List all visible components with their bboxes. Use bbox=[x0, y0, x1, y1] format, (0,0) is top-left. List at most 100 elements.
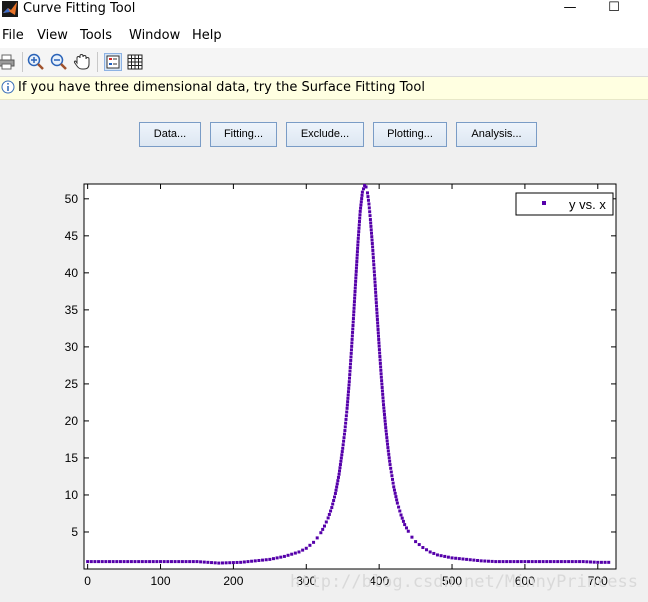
data-point bbox=[361, 187, 365, 191]
data-point bbox=[353, 293, 357, 297]
data-point bbox=[519, 560, 523, 564]
legend[interactable]: y vs. x bbox=[515, 192, 614, 216]
data-point bbox=[343, 429, 347, 433]
data-point bbox=[399, 513, 403, 517]
data-point bbox=[369, 228, 373, 232]
data-point bbox=[371, 252, 375, 256]
data-point bbox=[348, 376, 352, 380]
data-point bbox=[97, 560, 101, 564]
data-point bbox=[312, 540, 316, 544]
plot-area[interactable] bbox=[83, 183, 617, 570]
data-point bbox=[389, 470, 393, 474]
y-tick-label: 25 bbox=[65, 377, 79, 391]
data-point bbox=[393, 491, 397, 495]
data-point bbox=[355, 256, 359, 260]
data-point bbox=[381, 396, 385, 400]
data-point bbox=[349, 351, 353, 355]
data-point bbox=[349, 348, 353, 352]
data-point bbox=[352, 306, 356, 310]
data-point bbox=[333, 491, 337, 495]
data-point bbox=[345, 403, 349, 407]
data-point bbox=[344, 417, 348, 421]
data-point bbox=[340, 453, 344, 457]
data-point bbox=[357, 230, 361, 234]
data-point bbox=[357, 226, 361, 230]
data-point bbox=[386, 442, 390, 446]
data-point bbox=[581, 560, 585, 564]
data-point bbox=[384, 426, 388, 430]
data-point bbox=[349, 355, 353, 359]
data-point bbox=[330, 506, 334, 510]
data-point bbox=[570, 560, 574, 564]
data-point bbox=[376, 331, 380, 335]
data-point bbox=[338, 463, 342, 467]
data-point bbox=[357, 220, 361, 224]
data-point bbox=[151, 560, 155, 564]
data-point bbox=[381, 392, 385, 396]
data-point bbox=[389, 466, 393, 470]
x-tick-label: 0 bbox=[84, 574, 91, 588]
y-tick-label: 45 bbox=[65, 229, 79, 243]
data-point bbox=[355, 253, 359, 257]
data-point bbox=[369, 224, 373, 228]
data-point bbox=[202, 560, 206, 564]
data-point bbox=[375, 304, 379, 308]
data-point bbox=[104, 560, 108, 564]
data-point bbox=[379, 368, 383, 372]
data-point bbox=[162, 560, 166, 564]
data-point bbox=[365, 191, 369, 195]
data-point bbox=[417, 543, 421, 547]
data-point bbox=[352, 300, 356, 304]
data-point bbox=[357, 223, 361, 227]
data-point bbox=[282, 554, 286, 558]
data-point bbox=[354, 266, 358, 270]
data-point bbox=[596, 560, 600, 564]
data-point bbox=[392, 488, 396, 492]
data-point bbox=[523, 560, 527, 564]
y-tick-label: 10 bbox=[65, 488, 79, 502]
data-point bbox=[391, 477, 395, 481]
y-tick-label: 35 bbox=[65, 303, 79, 317]
data-point bbox=[435, 553, 439, 557]
data-point bbox=[332, 499, 336, 503]
data-point bbox=[380, 382, 384, 386]
data-point bbox=[373, 273, 377, 277]
data-point bbox=[355, 260, 359, 264]
data-point bbox=[346, 396, 350, 400]
data-point bbox=[261, 558, 265, 562]
data-point bbox=[588, 560, 592, 564]
data-point bbox=[534, 560, 538, 564]
data-point bbox=[391, 481, 395, 485]
watermark-text: http://blog.csdn.net/MinnyPrincess bbox=[290, 572, 638, 592]
data-point bbox=[350, 334, 354, 338]
data-point bbox=[403, 523, 407, 527]
data-point bbox=[324, 520, 328, 524]
y-tick-label: 40 bbox=[65, 266, 79, 280]
data-point bbox=[220, 561, 224, 565]
legend-marker bbox=[542, 201, 546, 205]
data-point bbox=[356, 246, 360, 250]
data-point bbox=[559, 560, 563, 564]
data-point bbox=[497, 560, 501, 564]
y-tick-label: 5 bbox=[71, 525, 78, 539]
data-point bbox=[384, 432, 388, 436]
data-point bbox=[392, 485, 396, 489]
data-point bbox=[242, 560, 246, 564]
data-point bbox=[129, 560, 133, 564]
data-point bbox=[301, 548, 305, 552]
data-point bbox=[505, 560, 509, 564]
data-point bbox=[290, 552, 294, 556]
data-point bbox=[358, 216, 362, 220]
data-point bbox=[353, 286, 357, 290]
data-point bbox=[348, 366, 352, 370]
data-point bbox=[340, 450, 344, 454]
data-point bbox=[148, 560, 152, 564]
data-point bbox=[387, 456, 391, 460]
data-point bbox=[333, 495, 337, 499]
data-point bbox=[377, 344, 381, 348]
data-point bbox=[336, 475, 340, 479]
data-point bbox=[607, 560, 611, 564]
data-point bbox=[541, 560, 545, 564]
data-point bbox=[537, 560, 541, 564]
data-point bbox=[155, 560, 159, 564]
